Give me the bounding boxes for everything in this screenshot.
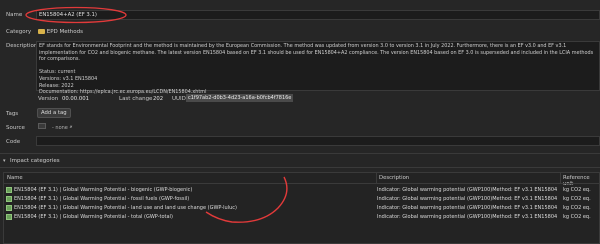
annotation-overlay — [25, 6, 288, 223]
annotation-circle — [25, 6, 127, 24]
annotation-arrow — [205, 176, 288, 223]
